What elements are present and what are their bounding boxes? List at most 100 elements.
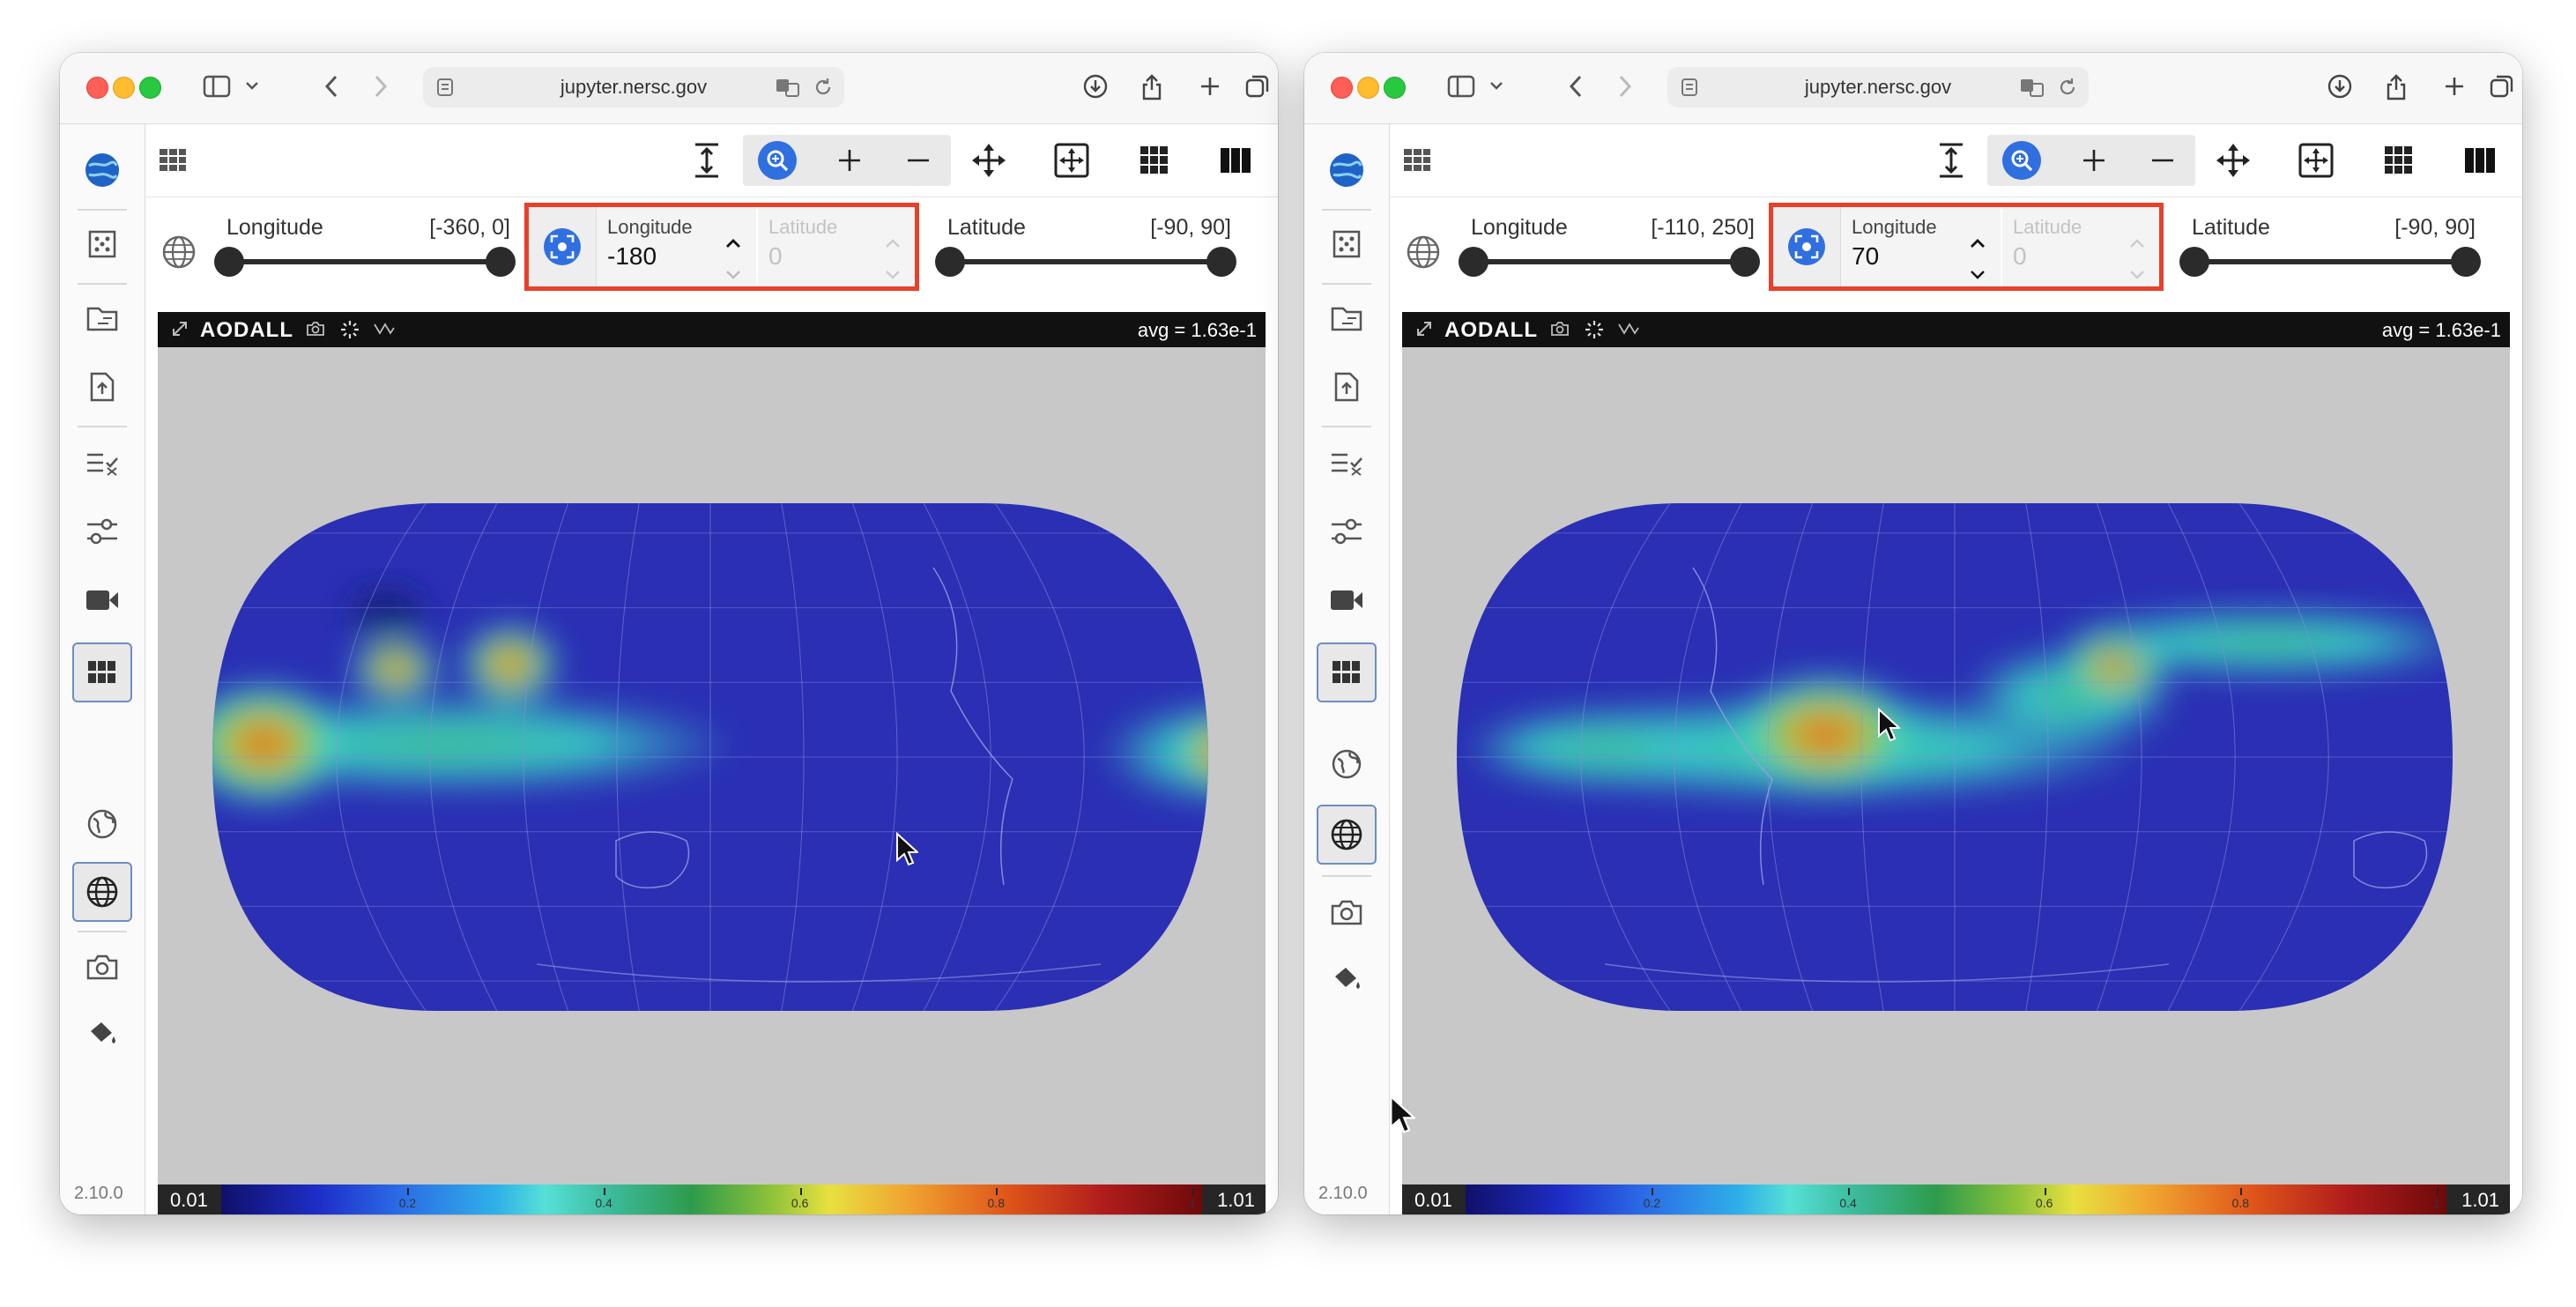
- latitude-stepper[interactable]: [2126, 237, 2149, 281]
- longitude-slider-track[interactable]: [1471, 259, 1748, 264]
- crop-tool-icon[interactable]: [373, 319, 396, 345]
- globe-projection-icon[interactable]: [161, 234, 197, 274]
- jupyter-logo-icon[interactable]: [1317, 140, 1377, 200]
- jupyter-logo-icon[interactable]: [72, 140, 132, 200]
- pan-move-icon[interactable]: [2208, 135, 2259, 186]
- paint-bucket-icon[interactable]: [1317, 949, 1377, 1009]
- center-latitude-field[interactable]: Latitude 0: [758, 207, 915, 286]
- forward-button[interactable]: [1600, 67, 1648, 106]
- share-button[interactable]: [1130, 67, 1174, 106]
- forward-button[interactable]: [356, 67, 404, 106]
- translate-icon[interactable]: [776, 77, 800, 102]
- folder-sync-icon[interactable]: [1317, 288, 1377, 348]
- extension-icon[interactable]: [1317, 214, 1377, 274]
- columns-layout-icon[interactable]: [1210, 135, 1261, 186]
- center-latitude-value[interactable]: 0: [768, 242, 783, 271]
- zoom-window-button[interactable]: [1384, 77, 1406, 99]
- latitude-max-thumb[interactable]: [2451, 247, 2481, 277]
- aod-world-map[interactable]: [1402, 347, 2507, 1184]
- close-window-button[interactable]: [86, 77, 108, 99]
- downloads-button[interactable]: [1073, 67, 1117, 106]
- latitude-slider-track[interactable]: [947, 259, 1224, 264]
- map-plot-area[interactable]: [1402, 347, 2510, 1184]
- extension-icon[interactable]: [72, 214, 132, 274]
- file-upload-icon[interactable]: [72, 357, 132, 417]
- reset-view-icon[interactable]: [2290, 135, 2342, 186]
- fit-height-icon[interactable]: [1926, 135, 1977, 186]
- tab-overview-button[interactable]: [2482, 67, 2522, 106]
- projection-globe-icon[interactable]: [1317, 734, 1377, 794]
- reload-icon[interactable]: [813, 77, 834, 102]
- camera-icon[interactable]: [72, 937, 132, 997]
- new-tab-button[interactable]: [1188, 67, 1232, 106]
- aod-world-map[interactable]: [158, 347, 1263, 1184]
- grid-layout-icon[interactable]: [1317, 642, 1377, 702]
- longitude-max-thumb[interactable]: [1730, 247, 1760, 277]
- grid-small-icon[interactable]: [1129, 135, 1180, 186]
- variable-select-icon[interactable]: [1317, 433, 1377, 493]
- zoom-out-icon[interactable]: [886, 135, 951, 186]
- latitude-min-thumb[interactable]: [2179, 247, 2209, 277]
- reload-icon[interactable]: [2057, 77, 2078, 102]
- back-button[interactable]: [1553, 67, 1600, 106]
- center-longitude-field[interactable]: Longitude 70: [1841, 207, 2001, 286]
- globe-icon[interactable]: [72, 862, 132, 922]
- camera-icon[interactable]: [1317, 882, 1377, 942]
- snapshot-icon[interactable]: [306, 319, 325, 345]
- new-tab-button[interactable]: [2432, 67, 2476, 106]
- variable-select-icon[interactable]: [72, 433, 132, 493]
- video-camera-icon[interactable]: [72, 570, 132, 630]
- address-bar[interactable]: jupyter.nersc.gov: [1667, 67, 2089, 108]
- zoom-in-icon[interactable]: [817, 135, 882, 186]
- globe-icon[interactable]: [1317, 805, 1377, 865]
- downloads-button[interactable]: [2318, 67, 2362, 106]
- video-camera-icon[interactable]: [1317, 570, 1377, 630]
- zoom-in-icon[interactable]: [2061, 135, 2127, 186]
- zoom-tool-icon[interactable]: [1989, 135, 2054, 186]
- center-latitude-field[interactable]: Latitude 0: [2002, 207, 2159, 286]
- center-position-button[interactable]: [529, 207, 597, 286]
- translate-icon[interactable]: [2020, 77, 2045, 102]
- folder-sync-icon[interactable]: [72, 288, 132, 348]
- layout-grid-icon[interactable]: [1399, 135, 1436, 186]
- sliders-icon[interactable]: [1317, 501, 1377, 561]
- crop-tool-icon[interactable]: [1617, 319, 1640, 345]
- columns-layout-icon[interactable]: [2454, 135, 2505, 186]
- pan-move-icon[interactable]: [963, 135, 1014, 186]
- sliders-icon[interactable]: [72, 501, 132, 561]
- layout-grid-icon[interactable]: [154, 135, 191, 186]
- snapshot-icon[interactable]: [1550, 319, 1570, 345]
- center-longitude-value[interactable]: 70: [1852, 242, 1879, 271]
- globe-projection-icon[interactable]: [1406, 234, 1441, 274]
- latitude-stepper[interactable]: [881, 237, 904, 281]
- longitude-max-thumb[interactable]: [486, 247, 516, 277]
- paint-bucket-icon[interactable]: [72, 1004, 132, 1064]
- longitude-slider-track[interactable]: [226, 259, 503, 264]
- projection-globe-icon[interactable]: [72, 794, 132, 854]
- zoom-out-icon[interactable]: [2130, 135, 2195, 186]
- longitude-min-thumb[interactable]: [214, 247, 244, 277]
- zoom-tool-icon[interactable]: [745, 135, 810, 186]
- center-latitude-value[interactable]: 0: [2013, 242, 2027, 271]
- minimize-window-button[interactable]: [113, 77, 135, 99]
- longitude-stepper[interactable]: [722, 237, 745, 281]
- close-window-button[interactable]: [1331, 77, 1353, 99]
- file-upload-icon[interactable]: [1317, 357, 1377, 417]
- share-button[interactable]: [2374, 67, 2418, 106]
- center-longitude-value[interactable]: -180: [607, 242, 657, 271]
- sidebar-toggle-button[interactable]: [1442, 67, 1514, 106]
- latitude-slider-track[interactable]: [2192, 259, 2468, 264]
- longitude-stepper[interactable]: [1966, 237, 1989, 281]
- center-position-button[interactable]: [1773, 207, 1841, 286]
- back-button[interactable]: [308, 67, 356, 106]
- reset-view-icon[interactable]: [1046, 135, 1097, 186]
- tab-overview-button[interactable]: [1237, 67, 1278, 106]
- zoom-window-button[interactable]: [139, 77, 161, 99]
- longitude-min-thumb[interactable]: [1459, 247, 1488, 277]
- address-bar[interactable]: jupyter.nersc.gov: [423, 67, 844, 108]
- grid-layout-icon[interactable]: [72, 642, 132, 702]
- latitude-min-thumb[interactable]: [935, 247, 965, 277]
- expand-icon[interactable]: [170, 319, 189, 345]
- center-longitude-field[interactable]: Longitude -180: [597, 207, 756, 286]
- map-plot-area[interactable]: [158, 347, 1266, 1184]
